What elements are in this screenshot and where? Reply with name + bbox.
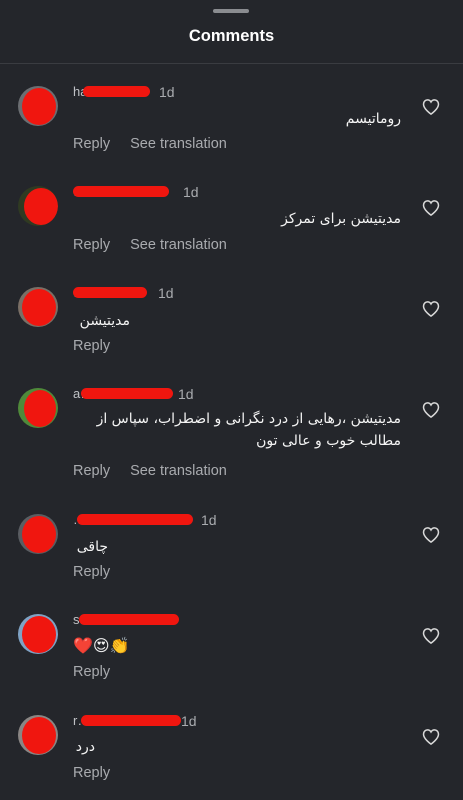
avatar[interactable] bbox=[18, 715, 58, 755]
comment-text: روماتیسم bbox=[345, 111, 401, 127]
comment-text: ❤️😍👏 bbox=[73, 636, 130, 655]
comment-actions: Reply bbox=[73, 564, 126, 580]
comment-text: مدیتیشن bbox=[79, 313, 130, 329]
redaction-mark bbox=[73, 186, 169, 197]
comment-text: درد bbox=[75, 739, 95, 755]
redaction-mark bbox=[73, 287, 147, 298]
redaction-mark bbox=[81, 715, 181, 726]
avatar[interactable] bbox=[18, 186, 58, 226]
comment-text: مدیتیشن برای تمرکز bbox=[281, 211, 401, 227]
timestamp: 1d bbox=[159, 84, 175, 100]
redaction-mark bbox=[83, 86, 150, 97]
comment-actions: Reply bbox=[73, 765, 126, 781]
redaction-mark bbox=[81, 388, 173, 399]
comment-actions: Reply See translation bbox=[73, 136, 243, 152]
timestamp: 1d bbox=[181, 713, 197, 729]
heart-icon[interactable] bbox=[421, 400, 441, 420]
header-divider bbox=[0, 63, 463, 64]
redaction-mark bbox=[77, 514, 193, 525]
heart-icon[interactable] bbox=[421, 727, 441, 747]
see-translation-button[interactable]: See translation bbox=[130, 237, 227, 253]
see-translation-button[interactable]: See translation bbox=[130, 463, 227, 479]
avatar[interactable] bbox=[18, 514, 58, 554]
timestamp: 1d bbox=[183, 184, 199, 200]
timestamp: 1d bbox=[201, 512, 217, 528]
drag-handle[interactable] bbox=[213, 9, 249, 13]
comment-text: مدیتیشن ،رهایی از درد نگرانی و اضطراب، س… bbox=[96, 411, 401, 449]
comments-sheet: Comments ha…… 1d روماتیسم Reply See tran… bbox=[0, 0, 463, 800]
page-title: Comments bbox=[188, 27, 275, 45]
heart-icon[interactable] bbox=[421, 299, 441, 319]
reply-button[interactable]: Reply bbox=[73, 463, 110, 479]
reply-button[interactable]: Reply bbox=[73, 664, 110, 680]
timestamp: 1d bbox=[158, 285, 174, 301]
reply-button[interactable]: Reply bbox=[73, 136, 110, 152]
see-translation-button[interactable]: See translation bbox=[130, 136, 227, 152]
heart-icon[interactable] bbox=[421, 525, 441, 545]
avatar[interactable] bbox=[18, 614, 58, 654]
reply-button[interactable]: Reply bbox=[73, 564, 110, 580]
heart-icon[interactable] bbox=[421, 198, 441, 218]
heart-icon[interactable] bbox=[421, 97, 441, 117]
redaction-mark bbox=[79, 614, 179, 625]
reply-button[interactable]: Reply bbox=[73, 338, 110, 354]
reply-button[interactable]: Reply bbox=[73, 237, 110, 253]
heart-icon[interactable] bbox=[421, 626, 441, 646]
comment-actions: Reply bbox=[73, 338, 126, 354]
reply-button[interactable]: Reply bbox=[73, 765, 110, 781]
comment-actions: Reply See translation bbox=[73, 463, 243, 479]
timestamp: 1d bbox=[178, 386, 194, 402]
avatar[interactable] bbox=[18, 287, 58, 327]
comment-text: چاقی bbox=[76, 539, 108, 555]
avatar[interactable] bbox=[18, 86, 58, 126]
avatar[interactable] bbox=[18, 388, 58, 428]
comment-actions: Reply bbox=[73, 664, 126, 680]
comment-actions: Reply See translation bbox=[73, 237, 243, 253]
